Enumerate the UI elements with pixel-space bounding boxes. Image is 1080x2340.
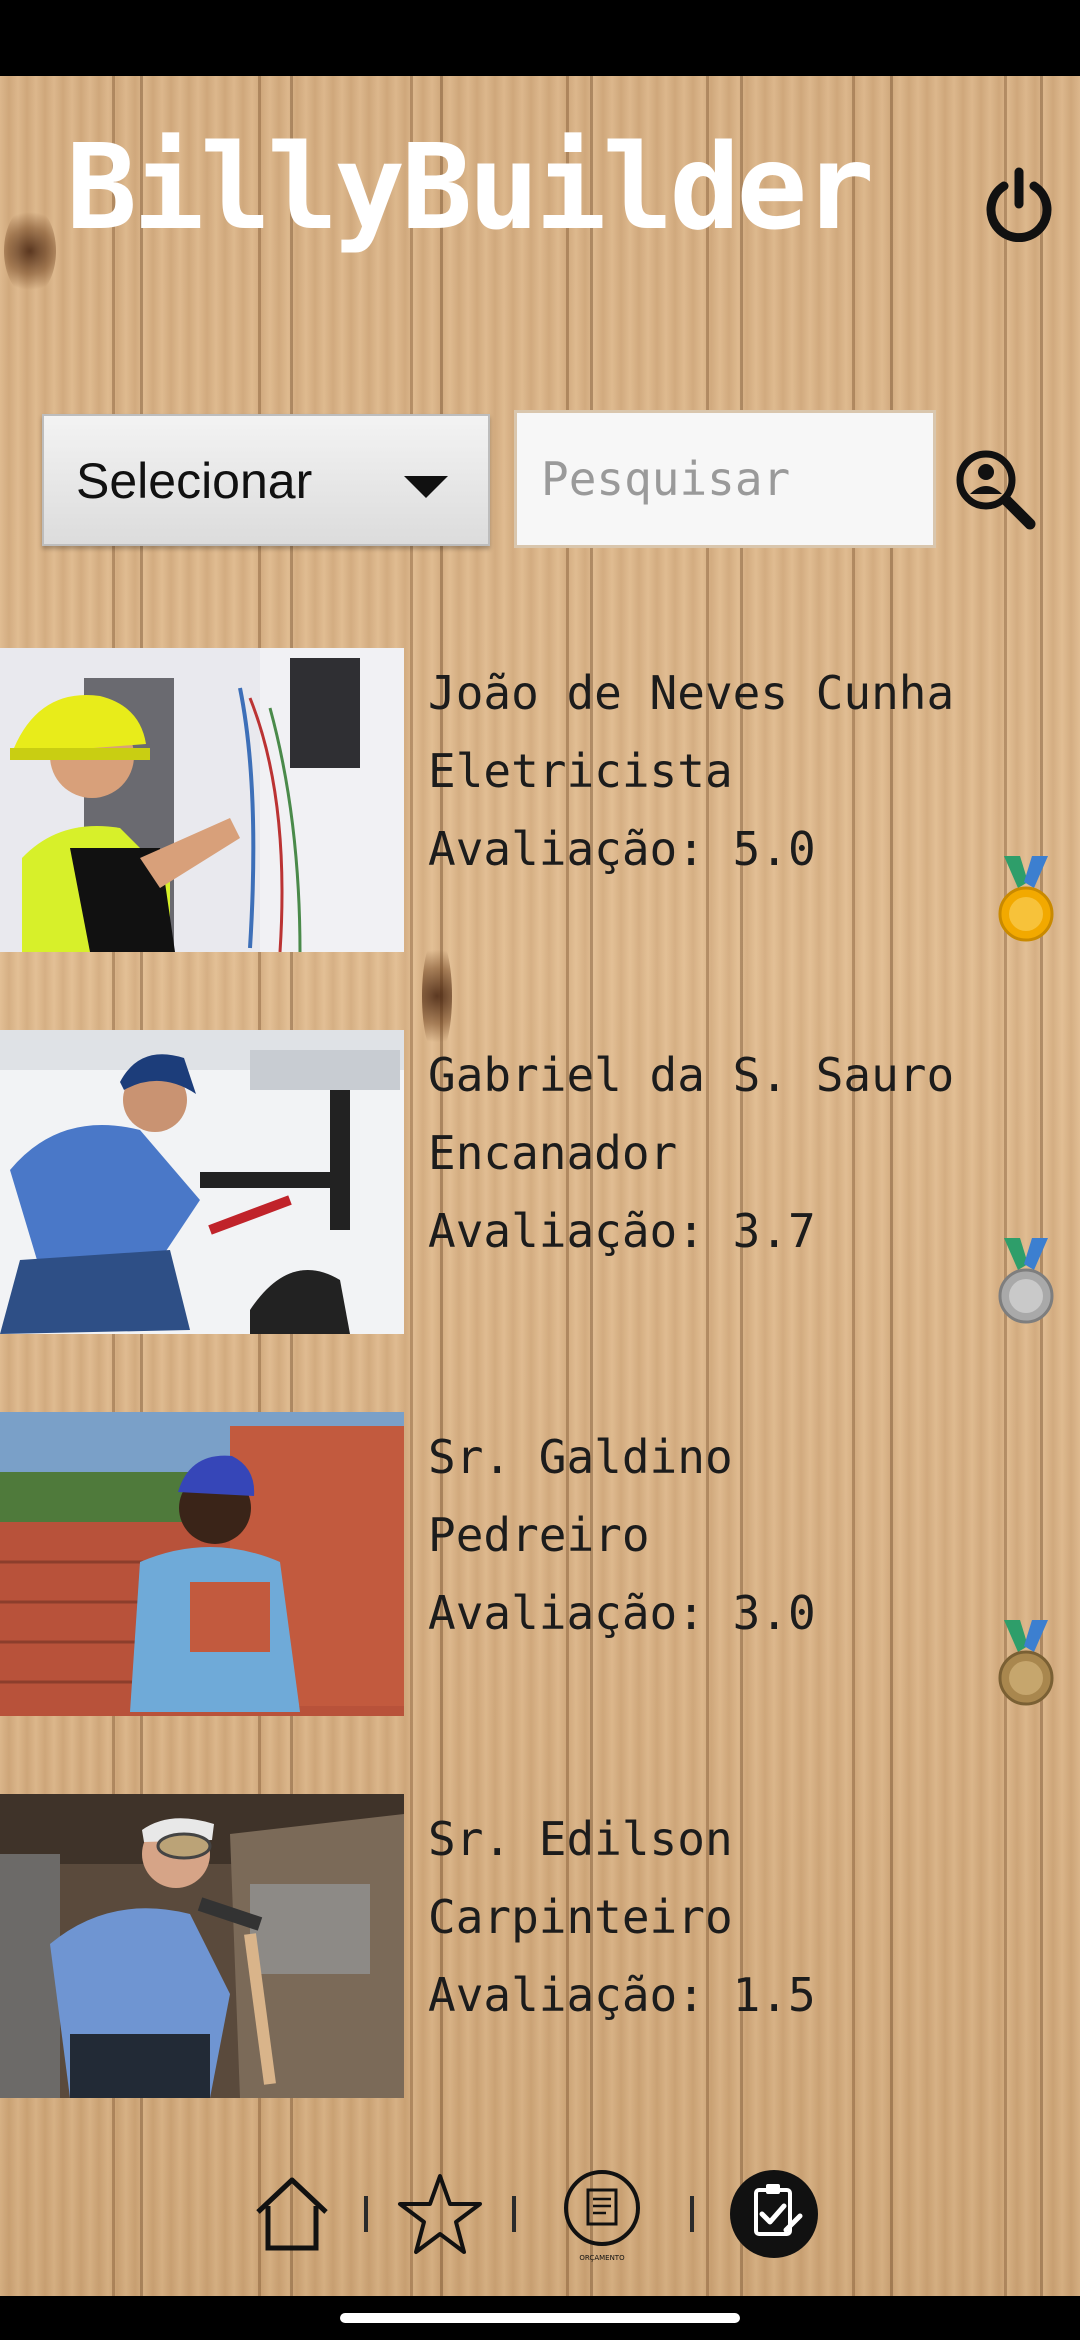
nav-tasks-button[interactable] [726,2166,822,2262]
professional-rating: Avaliação: 3.7 [428,1204,816,1258]
professional-role: Encanador [428,1126,678,1180]
professional-card[interactable]: João de Neves Cunha Eletricista Avaliaçã… [0,648,1080,952]
star-icon [398,2174,482,2254]
professional-name: Sr. Galdino [428,1430,733,1484]
professional-name: João de Neves Cunha [428,666,955,720]
clipboard-check-icon [730,2170,818,2258]
nav-separator [512,2196,516,2232]
home-indicator[interactable] [340,2313,740,2323]
professional-name: Sr. Edilson [428,1812,733,1866]
search-user-icon [956,450,1036,530]
category-select[interactable]: Selecionar [42,414,490,546]
orcamento-caption: ORÇAMENTO [579,2254,625,2262]
professional-rating: Avaliação: 1.5 [428,1968,816,2022]
professional-rating: Avaliação: 3.0 [428,1586,816,1640]
nav-separator [690,2196,694,2232]
professional-card[interactable]: Sr. Edilson Carpinteiro Avaliação: 1.5 [0,1794,1080,2098]
nav-orcamento-button[interactable]: ORÇAMENTO [554,2166,650,2262]
search-input[interactable] [514,410,936,548]
silver-medal-icon [998,1238,1054,1324]
power-button[interactable] [984,166,1054,243]
gold-medal-icon [998,856,1054,942]
category-select-label: Selecionar [76,453,313,509]
professional-card[interactable]: Sr. Galdino Pedreiro Avaliação: 3.0 [0,1412,1080,1716]
orcamento-icon: ORÇAMENTO [564,2170,640,2262]
professional-photo [0,1030,404,1334]
wood-knot [4,206,56,296]
search-button[interactable] [954,448,1036,530]
nav-favorites-button[interactable] [392,2166,488,2262]
bottom-navigation: ORÇAMENTO [0,2166,1080,2276]
professional-role: Pedreiro [428,1508,650,1562]
professional-role: Eletricista [428,744,733,798]
home-icon [256,2177,328,2251]
professional-card[interactable]: Gabriel da S. Sauro Encanador Avaliação:… [0,1030,1080,1334]
chevron-down-icon [404,476,448,498]
bronze-medal-icon [998,1620,1054,1706]
nav-separator [364,2196,368,2232]
professional-name: Gabriel da S. Sauro [428,1048,955,1102]
professional-photo [0,648,404,952]
professional-photo [0,1794,404,2098]
status-bar [0,0,1080,76]
nav-home-button[interactable] [244,2166,340,2262]
professional-photo [0,1412,404,1716]
professional-role: Carpinteiro [428,1890,733,1944]
app-title: BillyBuilder [66,118,875,256]
power-icon [986,167,1052,243]
professional-rating: Avaliação: 5.0 [428,822,816,876]
